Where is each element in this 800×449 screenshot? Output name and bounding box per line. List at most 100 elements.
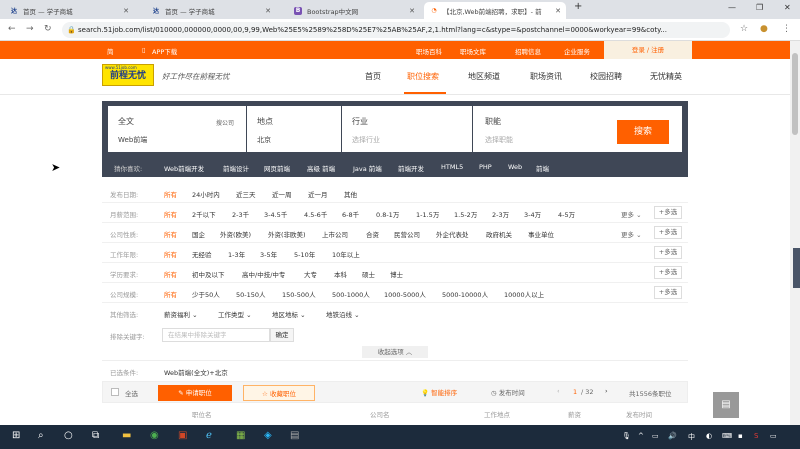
- filter-option[interactable]: 5000-10000人: [442, 289, 488, 299]
- app-icon[interactable]: ▦: [236, 430, 245, 441]
- logo[interactable]: www.51job.com 前程无忧: [102, 64, 154, 86]
- more-options-dropdown[interactable]: 更多 ⌄: [621, 229, 642, 239]
- topbar-link[interactable]: 职场文库: [460, 46, 486, 56]
- filter-option[interactable]: 2-3万: [492, 209, 509, 219]
- close-icon[interactable]: ✕: [555, 7, 561, 15]
- filter-dropdown[interactable]: 工作类型 ⌄: [218, 309, 252, 319]
- filter-option[interactable]: 所有: [164, 229, 177, 239]
- filter-option[interactable]: 10000人以上: [504, 289, 544, 299]
- nav-home[interactable]: 首页: [365, 71, 381, 82]
- feedback-chat-button[interactable]: ▤: [713, 392, 739, 418]
- volume-icon[interactable]: 🔊: [668, 432, 677, 440]
- filter-option[interactable]: 高中/中技/中专: [242, 269, 285, 279]
- reload-icon[interactable]: ↻: [44, 24, 52, 34]
- filter-option[interactable]: 大专: [304, 269, 317, 279]
- industry-field[interactable]: 行业 选择行业: [342, 106, 472, 152]
- location-field[interactable]: 地点 北京: [247, 106, 341, 152]
- filter-option[interactable]: 合资: [366, 229, 379, 239]
- filter-dropdown[interactable]: 地区地标 ⌄: [272, 309, 306, 319]
- suggestion-link[interactable]: 前端: [536, 163, 549, 173]
- filter-option[interactable]: 3-4万: [524, 209, 541, 219]
- select-all-checkbox[interactable]: [111, 388, 119, 396]
- filter-option[interactable]: 外资(欧美): [220, 229, 251, 239]
- exclude-confirm-button[interactable]: 确定: [270, 328, 294, 342]
- filter-option[interactable]: 2千以下: [192, 209, 216, 219]
- multi-select-button[interactable]: +多选: [654, 226, 682, 239]
- exclude-keyword-input[interactable]: 在结果中排除关键字: [162, 328, 270, 342]
- filter-option[interactable]: 6-8千: [342, 209, 359, 219]
- suggestion-link[interactable]: Java 前端: [353, 163, 382, 173]
- app-icon[interactable]: ◈: [264, 430, 272, 441]
- multi-select-button[interactable]: +多选: [654, 206, 682, 219]
- multi-select-button[interactable]: +多选: [654, 246, 682, 259]
- tray-app-icon[interactable]: ▪: [738, 432, 743, 440]
- filter-option[interactable]: 2-3千: [232, 209, 249, 219]
- multi-select-button[interactable]: +多选: [654, 286, 682, 299]
- filter-option[interactable]: 硕士: [362, 269, 375, 279]
- suggestion-link[interactable]: 网页前端: [264, 163, 290, 173]
- filter-option[interactable]: 民营公司: [394, 229, 420, 239]
- mic-icon[interactable]: 🎙: [622, 432, 631, 440]
- filter-option[interactable]: 0.8-1万: [376, 209, 399, 219]
- search-button[interactable]: 搜索: [617, 120, 669, 144]
- suggestion-link[interactable]: Web前端开发: [164, 163, 204, 173]
- filter-option[interactable]: 近一周: [272, 189, 292, 199]
- filter-option[interactable]: 所有: [164, 269, 177, 279]
- browser-tab-4-active[interactable]: ◔ 【北京,Web前端招聘，求职】- 前 ✕: [424, 2, 566, 19]
- file-explorer-icon[interactable]: ▬: [122, 430, 131, 441]
- close-icon[interactable]: ✕: [123, 7, 129, 15]
- browser-tab-3[interactable]: B Bootstrap中文网 ✕: [288, 2, 420, 19]
- topbar-link[interactable]: 企业服务: [564, 46, 590, 56]
- favorite-job-button[interactable]: ☆ 收藏职位: [243, 385, 315, 401]
- search-icon[interactable]: ⌕: [38, 430, 44, 441]
- tray-app-icon[interactable]: S: [754, 432, 758, 440]
- filter-option[interactable]: 少于50人: [192, 289, 220, 299]
- minimize-icon[interactable]: —: [728, 3, 736, 12]
- collapse-options-button[interactable]: 收起选项 ︿: [362, 346, 428, 358]
- url-input[interactable]: search.51job.com/list/010000,000000,0000…: [62, 22, 730, 38]
- close-icon[interactable]: ✕: [409, 7, 415, 15]
- nav-elite[interactable]: 无忧精英: [650, 71, 682, 82]
- filter-option[interactable]: 本科: [334, 269, 347, 279]
- filter-option[interactable]: 无经验: [192, 249, 212, 259]
- close-window-icon[interactable]: ✕: [784, 3, 791, 12]
- filter-option[interactable]: 所有: [164, 289, 177, 299]
- filter-option[interactable]: 所有: [164, 209, 177, 219]
- filter-option[interactable]: 500-1000人: [332, 289, 370, 299]
- filter-option[interactable]: 50-150人: [236, 289, 266, 299]
- multi-select-button[interactable]: +多选: [654, 266, 682, 279]
- side-tab[interactable]: [793, 248, 800, 288]
- filter-option[interactable]: 博士: [390, 269, 403, 279]
- cortana-icon[interactable]: ○: [64, 430, 73, 441]
- login-register-button[interactable]: 登录 / 注册: [604, 41, 692, 59]
- filter-option[interactable]: 1-3年: [228, 249, 245, 259]
- filter-option[interactable]: 政府机关: [486, 229, 512, 239]
- nav-job-search[interactable]: 职位搜索: [407, 71, 439, 82]
- filter-option[interactable]: 所有: [164, 249, 177, 259]
- filter-option[interactable]: 24小时内: [192, 189, 220, 199]
- tray-up-icon[interactable]: ^: [638, 432, 644, 440]
- filter-option[interactable]: 4.5-6千: [304, 209, 327, 219]
- apply-job-button[interactable]: ✎ 申请职位: [158, 385, 232, 401]
- maximize-icon[interactable]: ❐: [756, 3, 763, 12]
- topbar-link[interactable]: 职场百科: [416, 46, 442, 56]
- filter-dropdown[interactable]: 薪资福利 ⌄: [164, 309, 198, 319]
- filter-option[interactable]: 外资(非欧美): [268, 229, 306, 239]
- keyword-input[interactable]: Web前端: [118, 135, 147, 145]
- notifications-icon[interactable]: ▭: [770, 432, 777, 440]
- app-download-link[interactable]: APP下载: [152, 46, 177, 56]
- filter-option[interactable]: 1-1.5万: [416, 209, 439, 219]
- keyboard-icon[interactable]: ⌨: [722, 432, 732, 440]
- filter-option[interactable]: 近三天: [236, 189, 256, 199]
- chrome-icon[interactable]: ◉: [150, 430, 159, 441]
- filter-option[interactable]: 3-4.5千: [264, 209, 287, 219]
- filter-option[interactable]: 3-5年: [260, 249, 277, 259]
- browser-tab-2[interactable]: 达 首页 — 学子商城 ✕: [146, 2, 276, 19]
- ime-mode-icon[interactable]: ◐: [706, 432, 712, 440]
- topbar-link[interactable]: 招聘信息: [515, 46, 541, 56]
- forward-icon[interactable]: →: [26, 24, 34, 34]
- windows-start-icon[interactable]: ⊞: [12, 430, 20, 441]
- simplified-chinese-link[interactable]: 简: [107, 46, 114, 56]
- filter-option[interactable]: 所有: [164, 189, 177, 199]
- filter-option[interactable]: 5-10年: [294, 249, 315, 259]
